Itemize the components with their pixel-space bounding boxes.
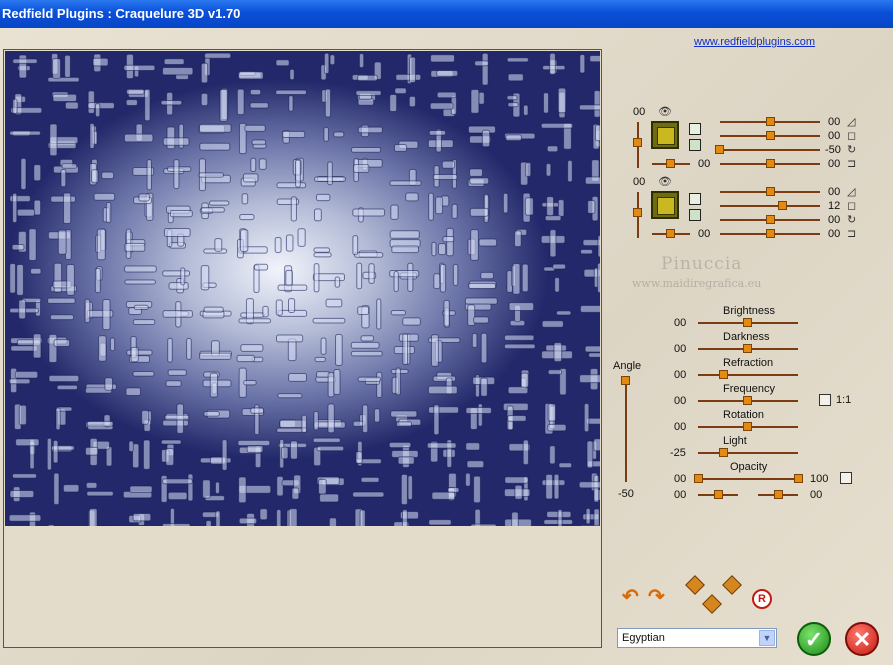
light-value: -25: [670, 447, 686, 459]
layer2-vertical-slider[interactable]: [633, 208, 642, 217]
square-icon[interactable]: ◻: [847, 129, 856, 142]
rotate-icon[interactable]: ↻: [847, 213, 856, 226]
frequency-label: Frequency: [723, 383, 775, 395]
ratio-checkbox[interactable]: [819, 394, 831, 406]
frequency-slider[interactable]: [743, 396, 752, 405]
reset-button[interactable]: R: [752, 589, 772, 609]
brightness-slider[interactable]: [743, 318, 752, 327]
darkness-label: Darkness: [723, 331, 770, 343]
redo-icon[interactable]: ↷: [648, 584, 665, 609]
watermark-url: www.maidiregrafica.eu: [632, 277, 762, 290]
layer2-row3-value: 00: [828, 214, 841, 226]
layer2-row4-value: 00: [828, 228, 841, 240]
light-label: Light: [723, 435, 747, 447]
layer2-texture-thumbnail[interactable]: [651, 191, 679, 219]
layer2-row4-left-value: 00: [698, 228, 711, 240]
light-track: [698, 452, 798, 454]
layer2-row1-value: 00: [828, 186, 841, 198]
opacity-left-value: 00: [674, 473, 687, 485]
preset-select[interactable]: Egyptian ▼: [617, 628, 777, 648]
undo-icon[interactable]: ↶: [622, 584, 639, 609]
opacity-checkbox[interactable]: [840, 472, 852, 484]
preview-panel: [3, 49, 602, 648]
layer1-pattern-button[interactable]: [689, 139, 701, 151]
rotation-label: Rotation: [723, 409, 764, 421]
refraction-value: 00: [674, 369, 687, 381]
darkness-value: 00: [674, 343, 687, 355]
layer2-row3-slider[interactable]: [766, 215, 775, 224]
rotate-icon[interactable]: ↻: [847, 143, 856, 156]
layer2-row2-track: [720, 205, 820, 207]
light-slider[interactable]: [719, 448, 728, 457]
opacity-label: Opacity: [730, 461, 768, 473]
layer1-row3-track: [720, 149, 820, 151]
layer1-vertical-slider[interactable]: [633, 138, 642, 147]
opacity-right-slider[interactable]: [794, 474, 803, 483]
window-title: Redfield Plugins : Craquelure 3D v1.70: [2, 6, 241, 21]
layer1-row4-left-value: 00: [698, 158, 711, 170]
brightness-label: Brightness: [723, 305, 775, 317]
opacity-right-value: 100: [810, 473, 829, 485]
corner-icon[interactable]: ⊐: [847, 227, 856, 240]
layer2-row4-slider[interactable]: [766, 229, 775, 238]
triangle-icon[interactable]: ◿: [847, 185, 855, 198]
opacity-track: [698, 478, 798, 480]
rotation-value: 00: [674, 421, 687, 433]
layer1-top-value: 00: [633, 106, 646, 118]
refraction-track: [698, 374, 798, 376]
ok-button[interactable]: ✓: [797, 622, 831, 656]
preset-selected-value: Egyptian: [622, 632, 665, 644]
brightness-value: 00: [674, 317, 687, 329]
layer1-texture-thumbnail[interactable]: [651, 121, 679, 149]
angle-label: Angle: [613, 360, 642, 372]
layer1-row1-slider[interactable]: [766, 117, 775, 126]
layer2-row2-slider[interactable]: [778, 201, 787, 210]
frequency-value: 00: [674, 395, 687, 407]
cancel-button[interactable]: ✕: [845, 622, 879, 656]
layer1-row1-value: 00: [828, 116, 841, 128]
bottom-right-value: 00: [810, 489, 823, 501]
layer2-row2-value: 12: [828, 200, 841, 212]
square-icon[interactable]: ◻: [847, 199, 856, 212]
layer2-up-button[interactable]: [689, 193, 701, 205]
layer1-up-button[interactable]: [689, 123, 701, 135]
preview-image[interactable]: [5, 51, 600, 526]
website-link[interactable]: www.redfieldplugins.com: [694, 36, 815, 48]
layer2-top-value: 00: [633, 176, 646, 188]
refraction-slider[interactable]: [719, 370, 728, 379]
bottom-right-slider[interactable]: [774, 490, 783, 499]
bottom-left-slider[interactable]: [714, 490, 723, 499]
ratio-label: 1:1: [836, 394, 852, 406]
layer2-pattern-button[interactable]: [689, 209, 701, 221]
refraction-label: Refraction: [723, 357, 774, 369]
layer1-row3-value: -50: [825, 144, 841, 156]
layer2-row4-left-slider[interactable]: [666, 229, 675, 238]
rotation-slider[interactable]: [743, 422, 752, 431]
title-bar: Redfield Plugins : Craquelure 3D v1.70: [0, 0, 893, 28]
angle-track: [625, 376, 627, 482]
angle-slider[interactable]: [621, 376, 630, 385]
layer1-row4-value: 00: [828, 158, 841, 170]
layer1-row2-slider[interactable]: [766, 131, 775, 140]
layer1-row4-left-slider[interactable]: [666, 159, 675, 168]
triangle-icon[interactable]: ◿: [847, 115, 855, 128]
layer1-row4-slider[interactable]: [766, 159, 775, 168]
opacity-left-slider[interactable]: [694, 474, 703, 483]
darkness-slider[interactable]: [743, 344, 752, 353]
angle-value: -50: [618, 488, 634, 500]
bottom-left-value: 00: [674, 489, 687, 501]
eye-icon[interactable]: 👁: [658, 175, 672, 188]
layer2-row1-slider[interactable]: [766, 187, 775, 196]
layer1-row2-value: 00: [828, 130, 841, 142]
watermark-name: Pinuccia: [661, 254, 743, 274]
corner-icon[interactable]: ⊐: [847, 157, 856, 170]
cracked-texture-pattern: [8, 52, 600, 526]
layer1-row3-slider[interactable]: [715, 145, 724, 154]
eye-icon[interactable]: 👁: [658, 105, 672, 118]
chevron-down-icon[interactable]: ▼: [759, 630, 775, 646]
